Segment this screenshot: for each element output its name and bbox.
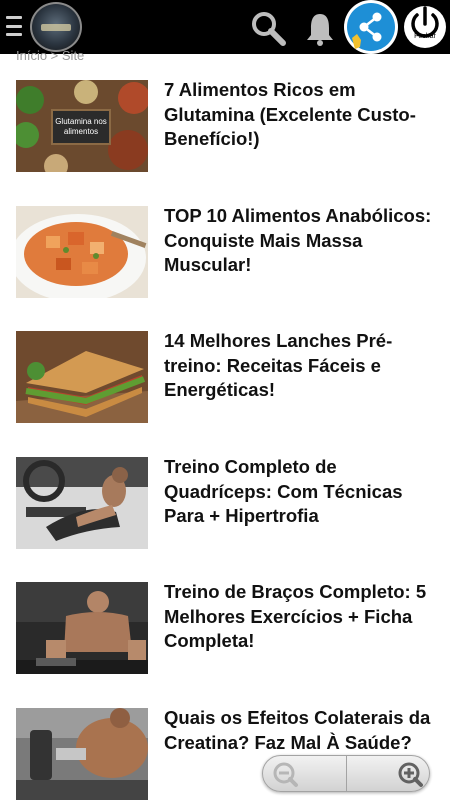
top-bar: Fechar xyxy=(0,0,450,54)
share-button[interactable] xyxy=(344,0,398,54)
zoom-out-button[interactable] xyxy=(263,756,346,791)
close-button[interactable]: Fechar xyxy=(402,2,448,52)
article-title[interactable]: 14 Melhores Lanches Pré-treino: Receitas… xyxy=(164,329,436,403)
article-thumbnail[interactable] xyxy=(16,708,148,800)
list-item[interactable]: 14 Melhores Lanches Pré-treino: Receitas… xyxy=(0,329,450,431)
zoom-out-icon xyxy=(273,762,298,787)
article-thumbnail[interactable] xyxy=(16,331,148,423)
list-item[interactable]: Glutamina nos alimentos 7 Alimentos Rico… xyxy=(0,78,450,180)
article-thumbnail[interactable] xyxy=(16,582,148,674)
bell-icon[interactable] xyxy=(300,8,340,48)
close-label: Fechar xyxy=(414,33,436,40)
power-icon: Fechar xyxy=(404,6,446,48)
zoom-in-button[interactable] xyxy=(347,756,429,791)
article-thumbnail[interactable] xyxy=(16,206,148,298)
list-item[interactable]: Treino Completo de Quadríceps: Com Técni… xyxy=(0,455,450,557)
menu-icon[interactable] xyxy=(6,16,22,36)
site-logo[interactable] xyxy=(30,2,82,52)
article-title[interactable]: Treino Completo de Quadríceps: Com Técni… xyxy=(164,455,436,529)
share-icon xyxy=(347,3,395,51)
article-thumbnail[interactable] xyxy=(16,457,148,549)
search-icon[interactable] xyxy=(248,8,288,48)
list-item[interactable]: Treino de Braços Completo: 5 Melhores Ex… xyxy=(0,580,450,682)
article-title[interactable]: Treino de Braços Completo: 5 Melhores Ex… xyxy=(164,580,436,654)
list-item[interactable]: TOP 10 Alimentos Anabólicos: Conquiste M… xyxy=(0,204,450,306)
article-title[interactable]: Quais os Efeitos Colaterais da Creatina?… xyxy=(164,706,436,755)
article-title[interactable]: 7 Alimentos Ricos em Glutamina (Excelent… xyxy=(164,78,436,152)
zoom-control xyxy=(262,755,430,792)
breadcrumb[interactable]: Início > Site xyxy=(16,48,84,64)
article-thumbnail[interactable]: Glutamina nos alimentos xyxy=(16,80,148,172)
svg-text:Glutamina nos: Glutamina nos xyxy=(55,117,107,126)
zoom-in-icon xyxy=(398,762,423,787)
svg-text:alimentos: alimentos xyxy=(64,127,98,136)
article-title[interactable]: TOP 10 Alimentos Anabólicos: Conquiste M… xyxy=(164,204,436,278)
